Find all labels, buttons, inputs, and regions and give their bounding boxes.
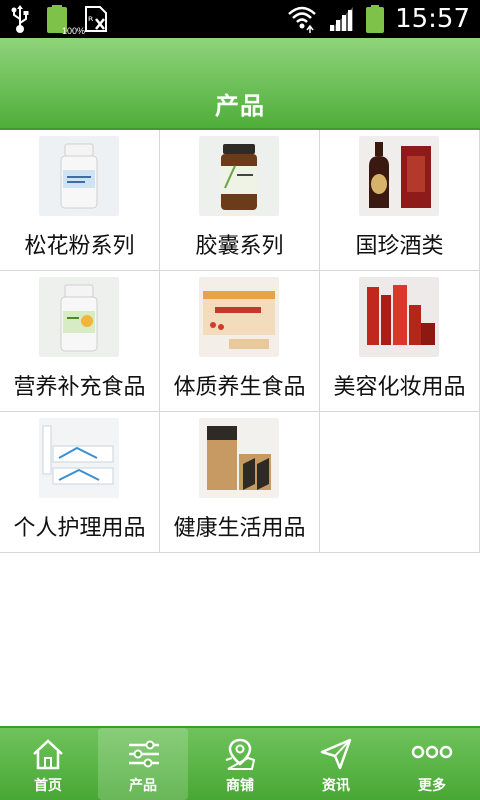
capsule-jar-image <box>199 136 279 216</box>
map-icon <box>225 738 256 770</box>
battery-percent: 100% <box>62 26 86 36</box>
nav-label: 首页 <box>34 778 62 794</box>
personal-care-tubes-image <box>39 418 119 498</box>
product-label: 胶囊系列 <box>195 234 284 259</box>
nav-news[interactable]: 资讯 <box>288 728 384 800</box>
status-bar: 100% ᴿ 15:57 <box>0 0 480 38</box>
battery-icon <box>366 5 385 33</box>
nav-label: 更多 <box>418 778 446 794</box>
more-dots-icon <box>411 745 453 759</box>
nav-shops[interactable]: 商铺 <box>192 728 288 800</box>
product-item-nutrition[interactable]: 营养补充食品 <box>0 271 160 412</box>
empty-grid-cell <box>320 412 480 553</box>
nav-home[interactable]: 首页 <box>0 728 96 800</box>
product-label: 健康生活用品 <box>173 516 306 541</box>
product-item-capsules[interactable]: 胶囊系列 <box>160 130 320 271</box>
nav-label: 商铺 <box>226 778 254 794</box>
product-label: 美容化妆用品 <box>333 375 466 400</box>
product-grid: 松花粉系列 胶囊系列 国珍酒类 营养补充食品 体质养生食品 美容化妆用品 个人护… <box>0 130 480 554</box>
product-item-wine[interactable]: 国珍酒类 <box>320 130 480 271</box>
page-title: 产品 <box>215 92 265 120</box>
clock: 15:57 <box>395 4 470 34</box>
product-label: 营养补充食品 <box>13 375 146 400</box>
product-item-healthy-living[interactable]: 健康生活用品 <box>160 412 320 553</box>
app-screen: 100% ᴿ 15:57 产品 松花粉系列 胶囊系列 国珍酒类 营养补充食品 体… <box>0 0 480 800</box>
nutrition-bottle-image <box>39 277 119 357</box>
nav-label: 产品 <box>129 778 157 794</box>
usb-icon <box>11 5 29 33</box>
pine-pollen-bottle-image <box>39 136 119 216</box>
product-label: 国珍酒类 <box>355 234 444 259</box>
product-label: 松花粉系列 <box>24 234 135 259</box>
sim-card-icon: ᴿ <box>85 6 107 32</box>
product-item-health-food[interactable]: 体质养生食品 <box>160 271 320 412</box>
nav-more[interactable]: 更多 <box>384 728 480 800</box>
product-label: 个人护理用品 <box>13 516 146 541</box>
health-product-box-image <box>199 418 279 498</box>
wolfberry-box-image <box>199 277 279 357</box>
nav-label: 资讯 <box>322 778 350 794</box>
bottom-nav: 首页 产品 商铺 资讯 更多 <box>0 726 480 800</box>
app-header: 产品 <box>0 38 480 130</box>
svg-text:ᴿ: ᴿ <box>88 14 94 28</box>
product-label: 体质养生食品 <box>173 375 306 400</box>
nav-products[interactable]: 产品 <box>98 728 188 800</box>
cosmetics-set-image <box>359 277 439 357</box>
signal-icon <box>329 7 354 31</box>
product-item-personal-care[interactable]: 个人护理用品 <box>0 412 160 553</box>
send-icon <box>320 738 352 770</box>
sliders-icon <box>129 740 159 768</box>
wifi-icon <box>288 6 316 33</box>
product-item-cosmetics[interactable]: 美容化妆用品 <box>320 271 480 412</box>
product-item-pine-pollen[interactable]: 松花粉系列 <box>0 130 160 271</box>
wine-bottle-image <box>359 136 439 216</box>
home-icon <box>33 739 63 770</box>
